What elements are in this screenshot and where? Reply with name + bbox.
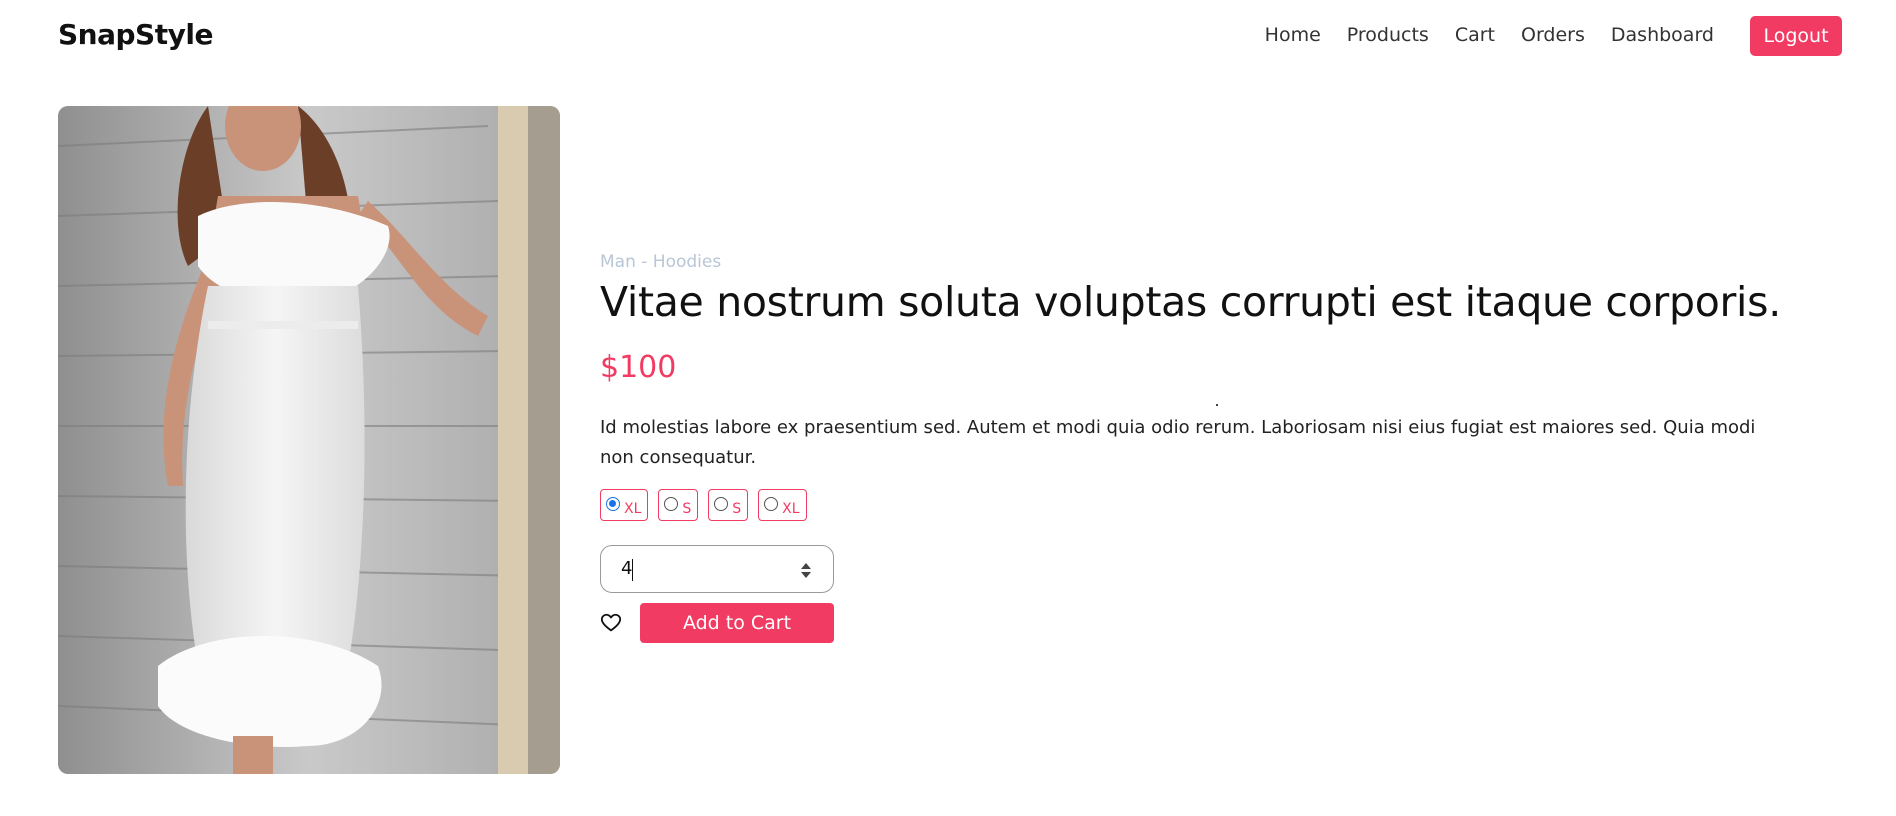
brand-logo[interactable]: SnapStyle [58, 18, 213, 51]
product-details: Man - Hoodies Vitae nostrum soluta volup… [600, 252, 1800, 643]
size-radio-checked[interactable] [606, 497, 620, 511]
arrow-up-icon[interactable] [801, 562, 811, 569]
logout-button[interactable]: Logout [1750, 16, 1842, 56]
heart-icon[interactable] [600, 612, 622, 634]
size-option-s[interactable]: S [708, 489, 749, 521]
text-caret [632, 559, 633, 581]
nav-link-cart[interactable]: Cart [1455, 24, 1495, 46]
size-label: XL [624, 501, 642, 517]
spinner-arrows-icon[interactable] [799, 559, 813, 581]
arrow-down-icon[interactable] [801, 571, 811, 578]
size-option-xl[interactable]: XL [758, 489, 807, 521]
size-radio[interactable] [664, 497, 679, 511]
size-radio[interactable] [764, 497, 779, 511]
product-description: Id molestias labore ex praesentium sed. … [600, 417, 1756, 468]
nav-links: Home Products Cart Orders Dashboard [1239, 24, 1714, 46]
size-radio[interactable] [714, 497, 729, 511]
nav-link-products[interactable]: Products [1347, 24, 1429, 46]
size-label: XL [782, 501, 800, 517]
product-category[interactable]: Man - Hoodies [600, 252, 1800, 272]
product-image [58, 106, 560, 774]
product-price: $100 [600, 350, 677, 385]
product-title: Vitae nostrum soluta voluptas corrupti e… [600, 278, 1781, 326]
stray-dot [1216, 404, 1218, 406]
size-label: S [732, 501, 742, 517]
size-option-s[interactable]: S [658, 489, 699, 521]
add-to-cart-button[interactable]: Add to Cart [640, 603, 834, 643]
size-options: XL S S XL [600, 489, 1800, 521]
navbar: SnapStyle Home Products Cart Orders Dash… [0, 0, 1896, 72]
nav-link-orders[interactable]: Orders [1521, 24, 1585, 46]
size-label: S [682, 501, 692, 517]
nav-link-dashboard[interactable]: Dashboard [1611, 24, 1714, 46]
product-actions: Add to Cart [600, 603, 1800, 643]
size-option-xl[interactable]: XL [600, 489, 649, 521]
nav-link-home[interactable]: Home [1265, 24, 1321, 46]
quantity-stepper[interactable]: 4 [600, 545, 834, 593]
quantity-value[interactable]: 4 [621, 558, 632, 579]
